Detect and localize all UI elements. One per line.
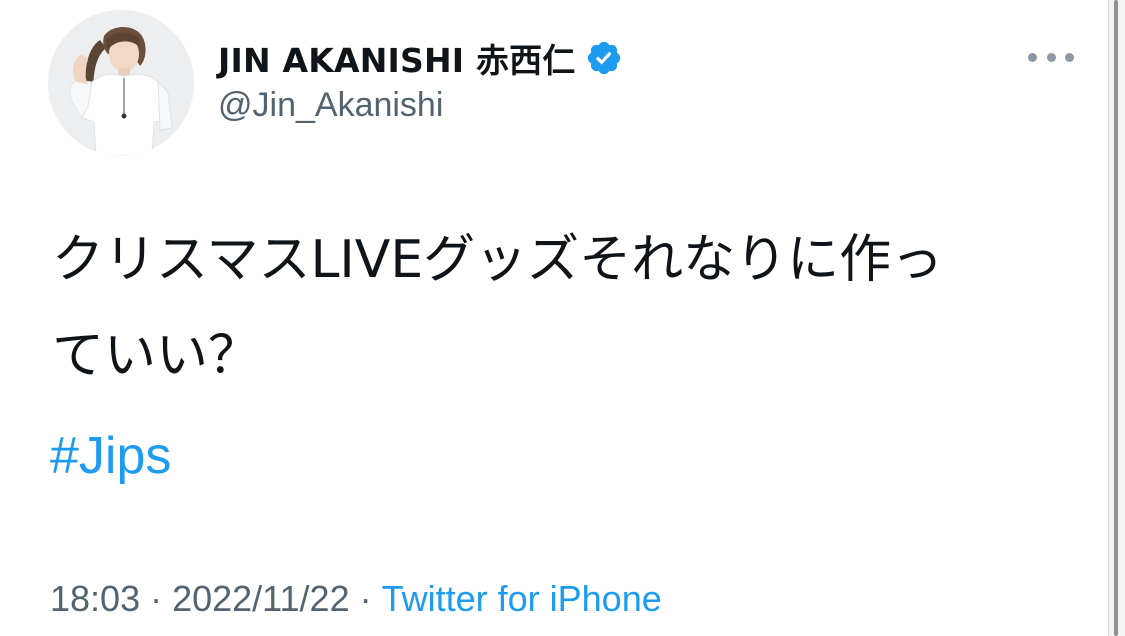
tweet-text: クリスマスLIVEグッズそれなりに作っ ていい？ [52,212,1092,404]
tweet-source-link[interactable]: Twitter for iPhone [382,578,662,619]
tweet-date[interactable]: 2022/11/22 [172,578,350,619]
user-handle[interactable]: @Jin_Akanishi [218,86,443,125]
scrollbar-thumb[interactable] [1114,0,1118,636]
hashtag-link[interactable]: #Jips [50,426,171,486]
verified-badge-icon [585,39,623,77]
more-dot [1065,52,1074,62]
separator: · [359,578,372,619]
more-dot [1028,52,1037,62]
separator: · [150,578,163,619]
avatar-photo [48,10,194,156]
display-name[interactable]: JIN AKANISHI 赤西仁 [218,34,576,82]
more-options-icon[interactable] [1028,43,1074,71]
tweet-time[interactable]: 18:03 [50,578,140,619]
display-name-row[interactable]: JIN AKANISHI 赤西仁 [218,34,623,82]
scrollbar[interactable] [1108,0,1125,636]
tweet: JIN AKANISHI 赤西仁 @Jin_Akanishi クリスマスLIVE… [0,0,1108,636]
avatar[interactable] [48,10,194,156]
tweet-text-line: ていい？ [52,326,261,386]
more-dot [1046,52,1056,62]
tweet-metadata: 18:03 · 2022/11/22 · Twitter for iPhone [50,578,662,620]
tweet-text-line: クリスマスLIVEグッズそれなりに作っ [52,230,944,290]
